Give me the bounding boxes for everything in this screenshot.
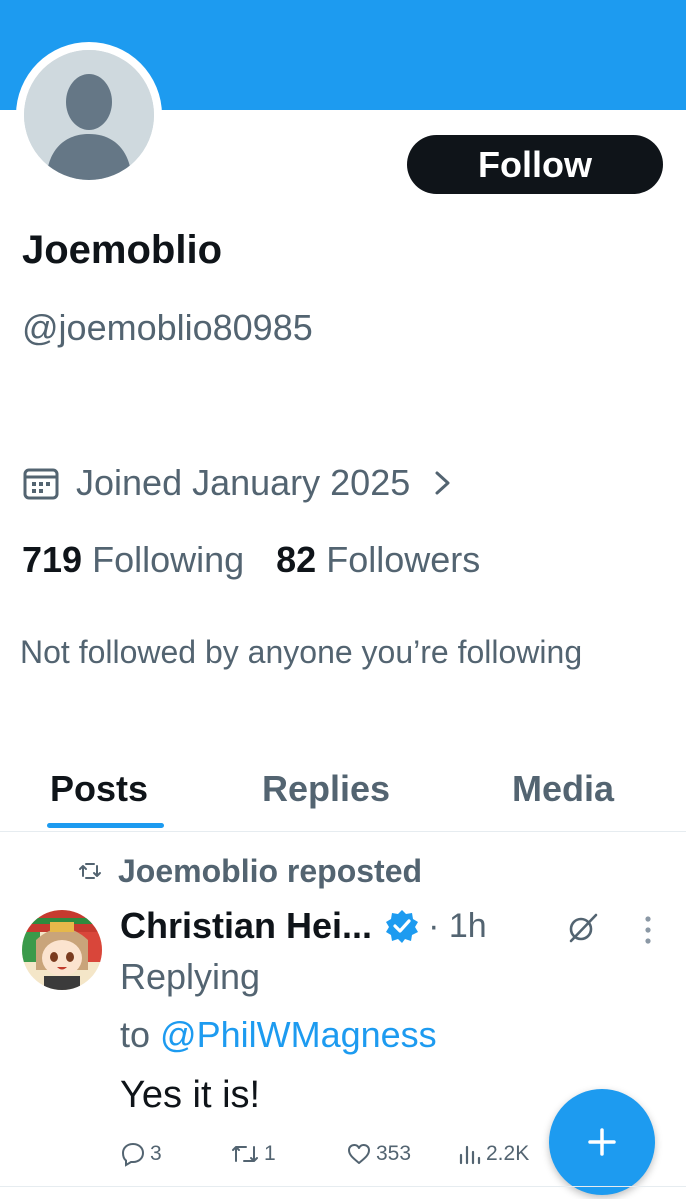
profile-avatar[interactable] — [16, 42, 162, 188]
like-count: 353 — [376, 1142, 412, 1165]
verified-badge-icon — [384, 908, 420, 944]
followers-label: Followers — [326, 539, 481, 580]
replying-to-handle[interactable]: @PhilWMagness — [160, 1014, 437, 1055]
tab-replies[interactable]: Replies — [262, 760, 390, 832]
replying-to: to @PhilWMagness — [120, 1012, 437, 1058]
views-count: 2.2K — [486, 1142, 530, 1165]
views-button[interactable]: 2.2K — [458, 1136, 529, 1172]
post-actions: 3 1 353 2.2K — [120, 1136, 540, 1172]
not-followed-notice: Not followed by anyone you’re following — [20, 634, 583, 670]
chevron-right-icon — [432, 468, 454, 498]
follow-stats: 719 Following 82 Followers — [22, 536, 480, 584]
follow-button[interactable]: Follow — [407, 135, 663, 194]
views-chart-icon — [459, 1145, 481, 1165]
post-author-name[interactable]: Christian Hei... — [120, 905, 372, 947]
compose-post-button[interactable] — [549, 1089, 655, 1195]
repost-button[interactable]: 1 — [230, 1136, 276, 1172]
like-button[interactable]: 353 — [346, 1136, 411, 1172]
followers-link[interactable]: 82 Followers — [276, 539, 480, 581]
replying-label: Replying — [120, 956, 261, 997]
repost-label: Joemoblio reposted — [118, 852, 423, 889]
following-link[interactable]: 719 Following — [22, 539, 244, 581]
post-author-avatar[interactable] — [22, 910, 102, 990]
repost-icon — [78, 859, 102, 883]
reply-count: 3 — [150, 1142, 162, 1165]
repost-indicator[interactable]: Joemoblio reposted — [78, 850, 422, 892]
repost-count: 1 — [264, 1142, 276, 1165]
reply-icon — [121, 1142, 145, 1167]
followers-count: 82 — [276, 539, 317, 580]
default-avatar-icon — [24, 50, 154, 180]
post-header: Christian Hei... · 1h — [120, 902, 487, 950]
profile-handle: @joemoblio80985 — [22, 307, 313, 348]
post-divider — [0, 1186, 686, 1187]
following-label: Following — [92, 539, 245, 580]
joined-date[interactable]: Joined January 2025 — [22, 460, 454, 506]
display-name: Joemoblio — [22, 228, 223, 272]
repost-action-icon — [232, 1146, 258, 1162]
more-options-icon[interactable] — [638, 914, 658, 946]
tab-media[interactable]: Media — [512, 760, 614, 832]
replying-to-prefix: to — [120, 1014, 151, 1055]
grok-icon[interactable] — [566, 911, 600, 945]
tab-posts[interactable]: Posts — [50, 760, 148, 832]
active-tab-indicator — [47, 823, 164, 828]
calendar-icon — [22, 464, 60, 502]
profile-tabs: Posts Replies Media — [0, 760, 686, 832]
post-text: Yes it is! — [120, 1074, 261, 1116]
reply-button[interactable]: 3 — [120, 1136, 162, 1172]
joined-text: Joined January 2025 — [76, 462, 411, 503]
following-count: 719 — [22, 539, 83, 580]
plus-icon — [588, 1128, 616, 1156]
post-time[interactable]: · 1h — [428, 907, 487, 946]
heart-icon — [348, 1144, 370, 1164]
